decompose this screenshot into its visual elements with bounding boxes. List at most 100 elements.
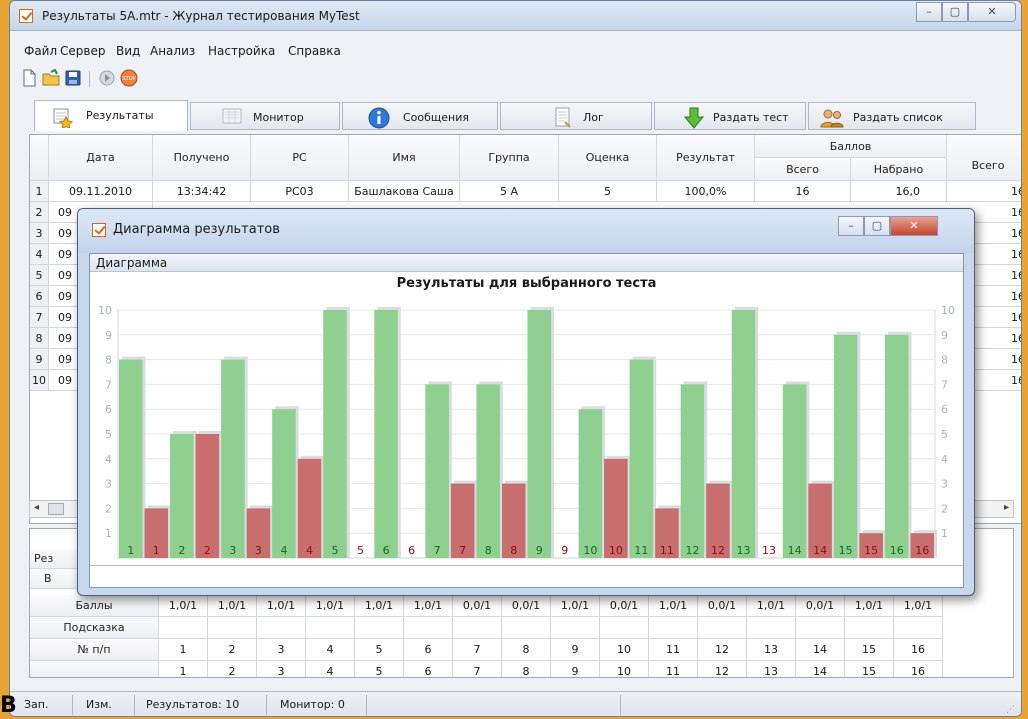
row-number[interactable]: 3 xyxy=(30,223,49,244)
hint-cell[interactable] xyxy=(894,617,943,639)
hint-cell[interactable] xyxy=(257,617,306,639)
question-number-cell[interactable]: 12 xyxy=(698,661,747,677)
question-number-cell[interactable]: 5 xyxy=(355,639,404,661)
col-header-total-2[interactable]: Всего xyxy=(947,135,1021,181)
scroll-left-icon[interactable]: ◂ xyxy=(34,502,39,513)
hint-cell[interactable] xyxy=(159,617,208,639)
col-header-result[interactable]: Результат xyxy=(657,135,755,181)
menu-file[interactable]: Файл xyxy=(24,44,57,58)
col-header-received[interactable]: Получено xyxy=(153,135,251,181)
scroll-thumb[interactable] xyxy=(48,503,64,515)
dialog-close-button[interactable]: ✕ xyxy=(890,216,938,236)
question-number-cell[interactable]: 7 xyxy=(453,639,502,661)
tab-messages[interactable]: Сообщения xyxy=(342,102,498,130)
open-folder-icon[interactable] xyxy=(42,69,60,87)
question-number-cell[interactable]: 8 xyxy=(502,639,551,661)
resize-grip-icon[interactable]: ⋰ xyxy=(1006,705,1015,715)
cell-name[interactable]: Башлакова Саша xyxy=(349,181,460,202)
question-number-cell[interactable]: 6 xyxy=(404,639,453,661)
minimize-button[interactable]: – xyxy=(916,2,942,22)
question-number-cell[interactable]: 11 xyxy=(649,661,698,677)
question-number-cell[interactable]: 15 xyxy=(845,661,894,677)
tab-monitor[interactable]: Монитор xyxy=(190,102,340,130)
row-number[interactable]: 8 xyxy=(30,328,49,349)
hint-cell[interactable] xyxy=(747,617,796,639)
menu-help[interactable]: Справка xyxy=(288,44,341,58)
question-number-cell[interactable]: 15 xyxy=(845,639,894,661)
cell-grade[interactable]: 5 xyxy=(559,181,657,202)
menu-view[interactable]: Вид xyxy=(116,44,140,58)
close-button[interactable]: ✕ xyxy=(968,2,1016,22)
col-header-group[interactable]: Группа xyxy=(460,135,559,181)
tab-distribute-list[interactable]: Раздать список xyxy=(808,102,976,130)
question-number-cell[interactable]: 14 xyxy=(796,639,845,661)
points-cell[interactable]: 1,0/1 xyxy=(894,595,943,617)
question-number-cell[interactable]: 1 xyxy=(159,639,208,661)
tab-log[interactable]: Лог xyxy=(500,102,652,130)
question-number-cell[interactable]: 9 xyxy=(551,639,600,661)
cell-date[interactable]: 09.11.2010 xyxy=(49,181,153,202)
points-cell[interactable]: 1,0/1 xyxy=(747,595,796,617)
row-number[interactable]: 10 xyxy=(30,370,49,391)
question-number-cell[interactable]: 10 xyxy=(600,661,649,677)
col-header-name[interactable]: Имя xyxy=(349,135,460,181)
points-cell[interactable]: 1,0/1 xyxy=(306,595,355,617)
question-number-cell[interactable]: 8 xyxy=(502,661,551,677)
col-header-date[interactable]: Дата xyxy=(49,135,153,181)
points-cell[interactable]: 1,0/1 xyxy=(551,595,600,617)
hint-cell[interactable] xyxy=(306,617,355,639)
hint-cell[interactable] xyxy=(845,617,894,639)
question-number-cell[interactable]: 7 xyxy=(453,661,502,677)
question-number-cell[interactable]: 1 xyxy=(159,661,208,677)
cell-pc[interactable]: PC03 xyxy=(251,181,349,202)
question-number-cell[interactable]: 6 xyxy=(404,661,453,677)
points-cell[interactable]: 1,0/1 xyxy=(845,595,894,617)
points-cell[interactable]: 1,0/1 xyxy=(257,595,306,617)
col-header-scored[interactable]: Набрано xyxy=(851,158,947,181)
tab-results[interactable]: Результаты xyxy=(34,100,188,131)
cell-result[interactable]: 100,0% xyxy=(657,181,755,202)
question-number-cell[interactable]: 9 xyxy=(551,661,600,677)
scroll-right-icon[interactable]: ▸ xyxy=(1004,502,1009,513)
points-cell[interactable]: 1,0/1 xyxy=(404,595,453,617)
row-number[interactable]: 9 xyxy=(30,349,49,370)
cell-received[interactable]: 13:34:42 xyxy=(153,181,251,202)
menu-server[interactable]: Сервер xyxy=(60,44,105,58)
question-number-cell[interactable]: 10 xyxy=(600,639,649,661)
row-number[interactable]: 6 xyxy=(30,286,49,307)
menu-analysis[interactable]: Анализ xyxy=(150,44,195,58)
question-number-cell[interactable]: 5 xyxy=(355,661,404,677)
question-number-cell[interactable]: 12 xyxy=(698,639,747,661)
row-number[interactable]: 1 xyxy=(30,181,49,202)
question-number-cell[interactable]: 14 xyxy=(796,661,845,677)
question-number-cell[interactable]: 4 xyxy=(306,639,355,661)
points-cell[interactable]: 1,0/1 xyxy=(355,595,404,617)
cell-group[interactable]: 5 А xyxy=(460,181,559,202)
points-cell[interactable]: 0,0/1 xyxy=(796,595,845,617)
hint-cell[interactable] xyxy=(796,617,845,639)
menu-settings[interactable]: Настройка xyxy=(208,44,275,58)
points-cell[interactable]: 1,0/1 xyxy=(159,595,208,617)
points-cell[interactable]: 0,0/1 xyxy=(698,595,747,617)
hint-cell[interactable] xyxy=(453,617,502,639)
question-number-cell[interactable]: 13 xyxy=(747,639,796,661)
maximize-button[interactable]: ▢ xyxy=(942,2,968,22)
hint-cell[interactable] xyxy=(502,617,551,639)
points-cell[interactable]: 0,0/1 xyxy=(453,595,502,617)
question-number-cell[interactable]: 11 xyxy=(649,639,698,661)
question-number-cell[interactable]: 16 xyxy=(894,661,943,677)
col-header-pc[interactable]: PC xyxy=(251,135,349,181)
row-number[interactable]: 7 xyxy=(30,307,49,328)
hint-cell[interactable] xyxy=(208,617,257,639)
cell-total-2[interactable]: 16 xyxy=(947,181,1021,202)
cell-scored[interactable]: 16,0 xyxy=(851,181,947,202)
question-number-cell[interactable]: 4 xyxy=(306,661,355,677)
hint-cell[interactable] xyxy=(649,617,698,639)
points-cell[interactable]: 1,0/1 xyxy=(208,595,257,617)
hint-cell[interactable] xyxy=(698,617,747,639)
question-number-cell[interactable]: 3 xyxy=(257,639,306,661)
col-header-grade[interactable]: Оценка xyxy=(559,135,657,181)
hint-cell[interactable] xyxy=(404,617,453,639)
row-number[interactable]: 5 xyxy=(30,265,49,286)
save-icon[interactable] xyxy=(64,69,82,87)
